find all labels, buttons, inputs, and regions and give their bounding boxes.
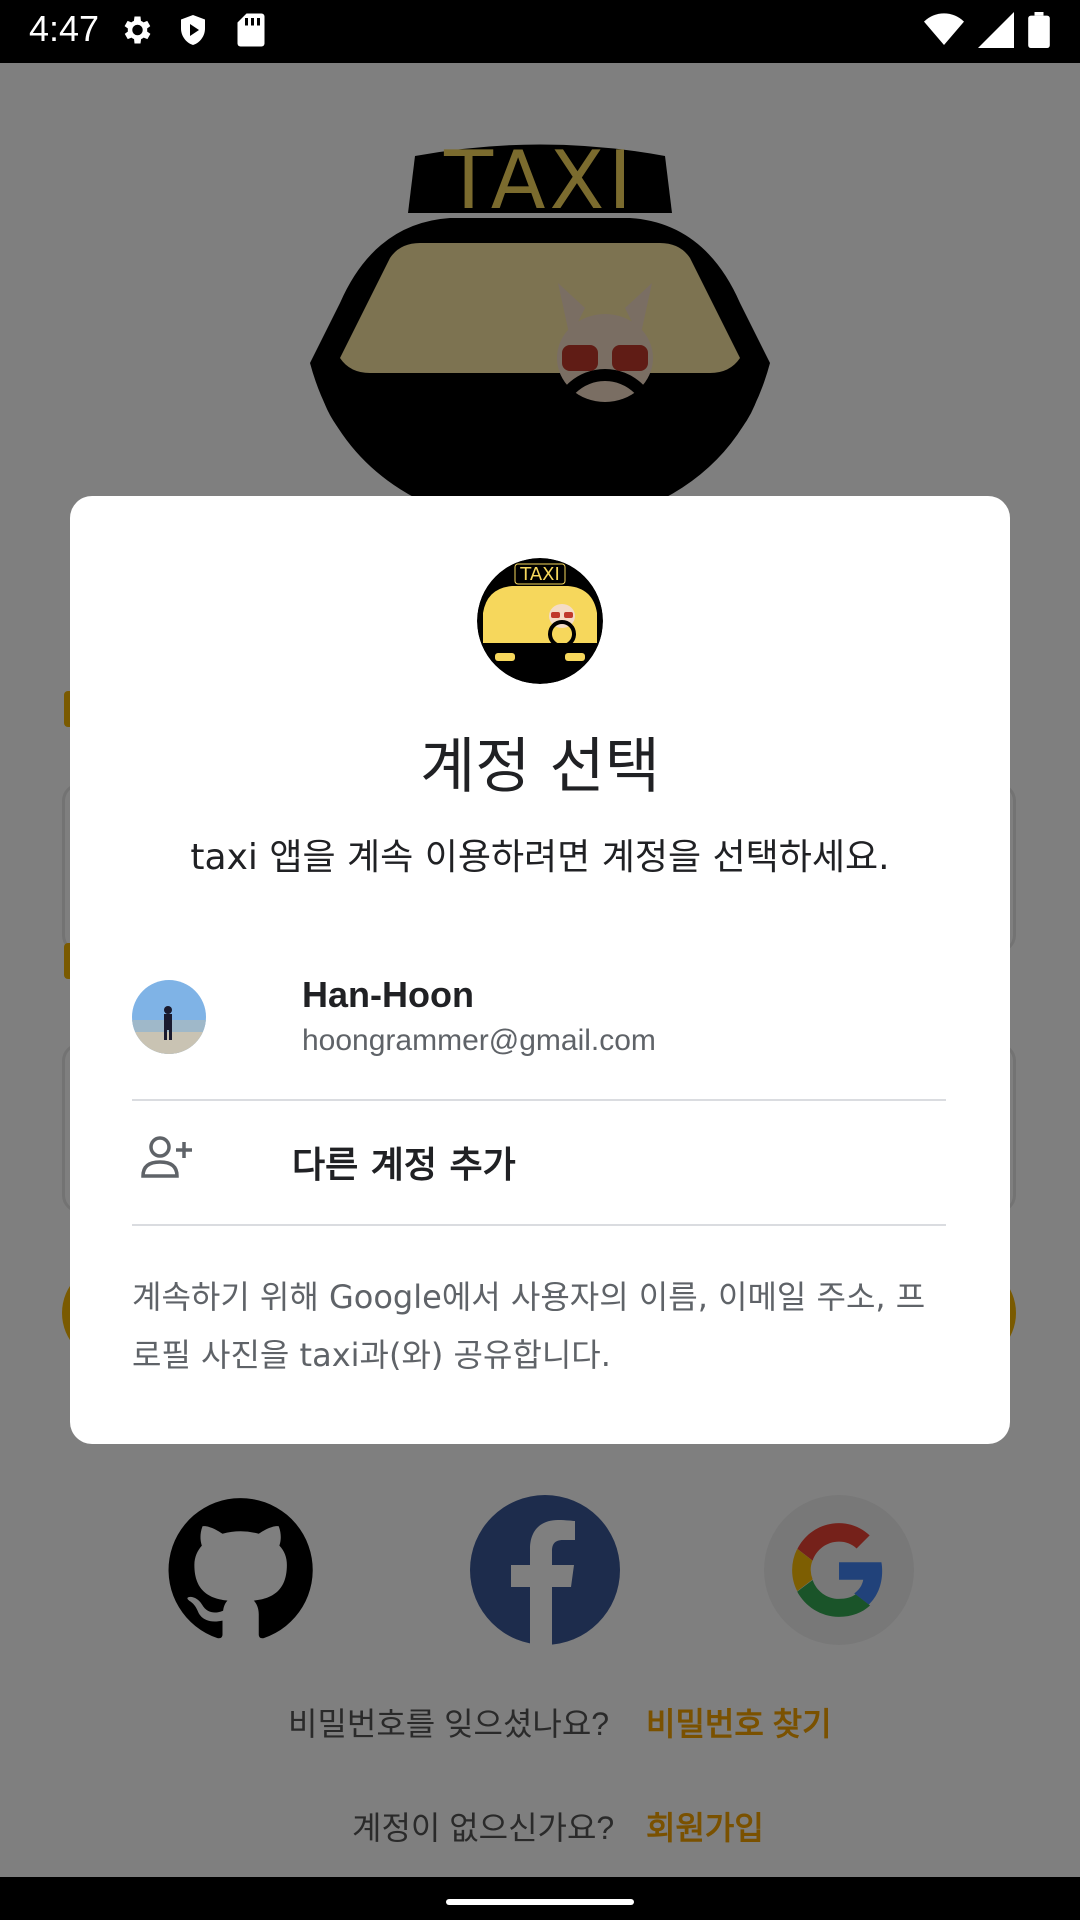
dialog-subtitle: taxi 앱을 계속 이용하려면 계정을 선택하세요.: [190, 837, 890, 878]
privacy-note: 계속하기 위해 Google에서 사용자의 이름, 이메일 주소, 프로필 사진…: [132, 1278, 926, 1374]
avatar: [132, 980, 206, 1054]
sd-card-icon: [235, 12, 267, 52]
svg-text:TAXI: TAXI: [519, 564, 560, 585]
play-protect-icon: [175, 12, 211, 52]
add-account-button[interactable]: 다른 계정 추가: [132, 1104, 946, 1214]
account-email: hoongrammer@gmail.com: [302, 1024, 656, 1057]
status-bar: 4:47: [0, 0, 1080, 63]
app-logo: TAXI: [477, 558, 603, 684]
status-time: 4:47: [29, 8, 100, 49]
signal-icon: [978, 12, 1014, 52]
add-account-label: 다른 계정 추가: [292, 1145, 516, 1186]
divider: [132, 1099, 946, 1101]
divider: [132, 1224, 946, 1226]
person-add-icon: [140, 1134, 194, 1184]
account-name: Han-Hoon: [302, 974, 474, 1015]
wifi-icon: [924, 12, 964, 52]
home-gesture-handle[interactable]: [446, 1899, 634, 1905]
account-item[interactable]: Han-Hoon hoongrammer@gmail.com: [132, 974, 946, 1084]
navigation-bar: [0, 1877, 1080, 1920]
dialog-title: 계정 선택: [420, 732, 660, 802]
battery-icon: [1028, 12, 1050, 52]
account-chooser-dialog: TAXI 계정 선택 taxi 앱을 계속 이용하려면 계정을 선택하세요. H…: [70, 496, 1010, 1444]
gear-icon: [118, 12, 154, 52]
